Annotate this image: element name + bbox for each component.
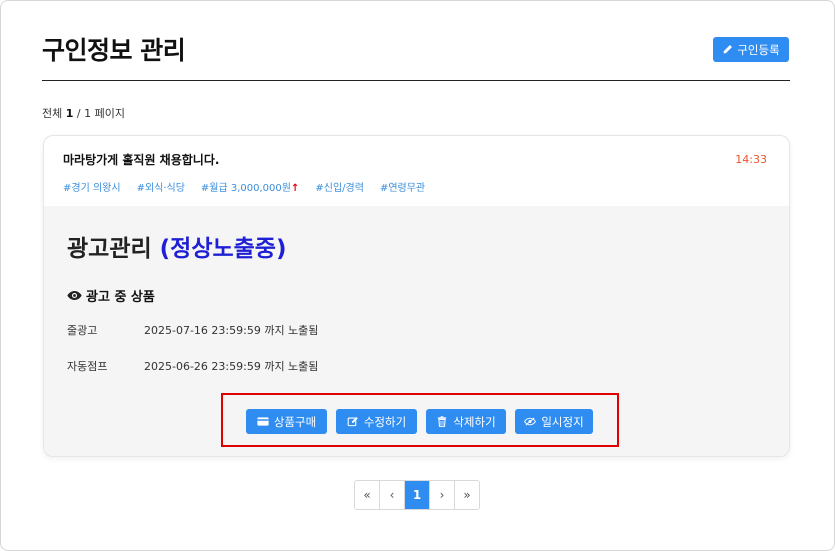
- tag-salary: #월급 3,000,000원↑: [200, 183, 300, 194]
- ad-management-title: 광고관리 (정상노출중): [67, 229, 286, 263]
- ad-product-detail: 2025-06-26 23:59:59 까지 노출됨: [144, 360, 319, 373]
- tag-category: #외식·식당: [136, 183, 185, 194]
- ad-product-name: 자동점프: [67, 360, 108, 373]
- tag-location: #경기 의왕시: [63, 183, 121, 194]
- ad-product-detail: 2025-07-16 23:59:59 까지 노출됨: [144, 324, 319, 337]
- delete-label: 삭제하기: [453, 414, 496, 429]
- last-page-button[interactable]: »: [455, 481, 479, 509]
- ad-products-label: 광고 중 상품: [86, 290, 155, 305]
- trash-icon: [438, 416, 447, 427]
- pencil-icon: [724, 45, 733, 54]
- pagination: « ‹ 1 › »: [354, 480, 480, 510]
- edit-icon: [347, 417, 358, 427]
- credit-card-icon: [257, 417, 269, 426]
- post-title[interactable]: 마라탕가게 홀직원 채용합니다.: [63, 151, 219, 168]
- page-frame: 구인정보 관리 구인등록 전체 1 / 1 페이지 마라탕가게 홀직원 채용합니…: [0, 0, 835, 551]
- register-job-button[interactable]: 구인등록: [713, 37, 789, 62]
- page-1-button[interactable]: 1: [405, 481, 430, 509]
- ad-action-buttons: 상품구매 수정하기 삭제하기 일시정지: [246, 409, 593, 434]
- tag-career: #신입/경력: [315, 183, 364, 194]
- job-post-card: 마라탕가게 홀직원 채용합니다. 14:33 #경기 의왕시 #외식·식당 #월…: [43, 135, 790, 457]
- ad-status: (정상노출중): [159, 236, 287, 262]
- ad-management-panel: 광고관리 (정상노출중) 광고 중 상품 줄광고 2025-07-16 23:5…: [44, 206, 789, 456]
- tag-age: #연령무관: [379, 183, 426, 194]
- title-divider: [42, 80, 790, 81]
- summary-prefix: 전체: [42, 107, 63, 120]
- prev-page-button[interactable]: ‹: [380, 481, 405, 509]
- post-tags: #경기 의왕시 #외식·식당 #월급 3,000,000원↑ #신입/경력 #연…: [63, 179, 425, 194]
- buy-product-label: 상품구매: [273, 414, 317, 429]
- page-summary: 전체 1 / 1 페이지: [42, 105, 125, 121]
- pause-button[interactable]: 일시정지: [515, 409, 593, 434]
- buy-product-button[interactable]: 상품구매: [246, 409, 327, 434]
- edit-button[interactable]: 수정하기: [336, 409, 417, 434]
- summary-current-page: 1: [65, 107, 74, 120]
- ad-title-text: 광고관리: [67, 236, 152, 262]
- summary-rest: / 1 페이지: [76, 107, 125, 120]
- edit-label: 수정하기: [363, 414, 407, 429]
- ad-products-heading: 광고 중 상품: [67, 286, 155, 305]
- salary-up-arrow-icon: ↑: [290, 183, 300, 194]
- post-time: 14:33: [735, 153, 767, 166]
- delete-button[interactable]: 삭제하기: [426, 409, 506, 434]
- next-page-button[interactable]: ›: [430, 481, 455, 509]
- ad-product-row: 자동점프 2025-06-26 23:59:59 까지 노출됨: [67, 358, 318, 374]
- ad-product-row: 줄광고 2025-07-16 23:59:59 까지 노출됨: [67, 322, 318, 338]
- page-title: 구인정보 관리: [42, 36, 186, 65]
- first-page-button[interactable]: «: [355, 481, 380, 509]
- register-job-label: 구인등록: [737, 42, 780, 57]
- pause-label: 일시정지: [541, 414, 584, 429]
- ad-product-name: 줄광고: [67, 324, 98, 337]
- eye-slash-icon: [524, 417, 537, 426]
- eye-icon: [67, 291, 82, 300]
